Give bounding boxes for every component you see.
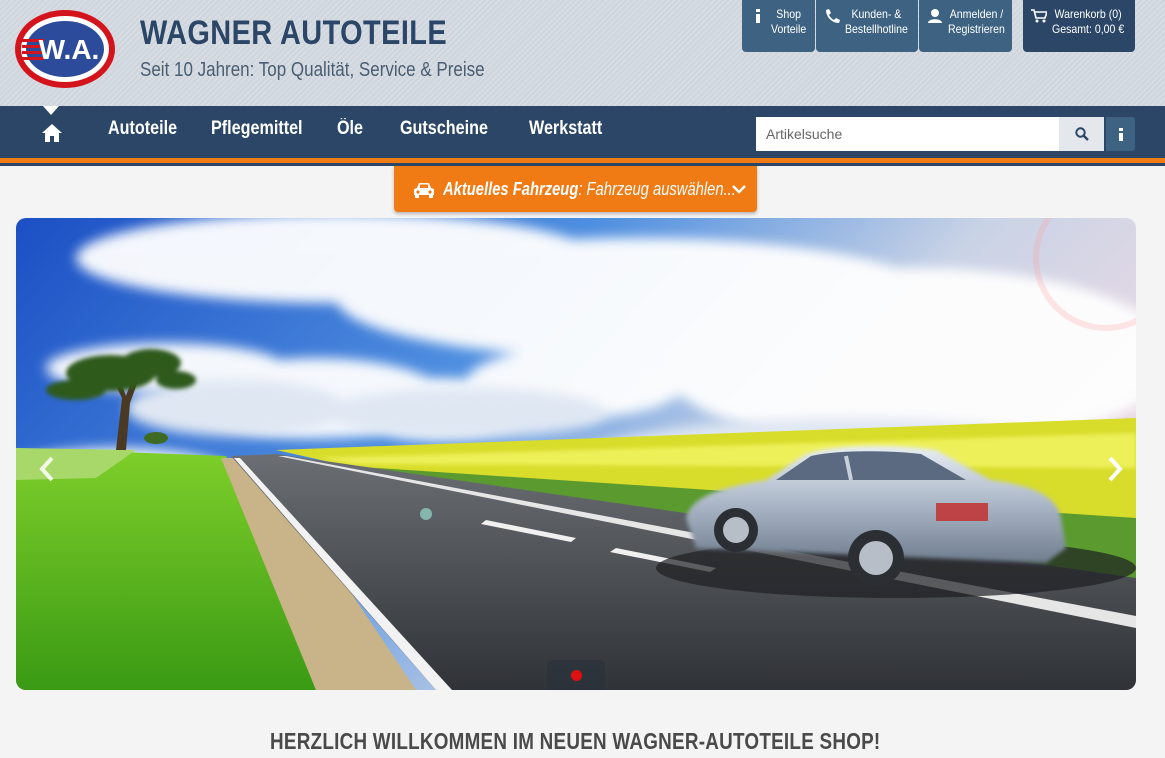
logo[interactable]: W.A. [14, 9, 116, 89]
phone-icon [826, 9, 840, 23]
nav-item-werkstatt[interactable]: Werkstatt [529, 118, 602, 140]
welcome-text: HERZLICH WILLKOMMEN IM NEUEN WAGNER-AUTO… [269, 728, 881, 754]
search-info-button[interactable] [1106, 117, 1135, 151]
user-icon [928, 9, 942, 23]
login-button[interactable]: Anmelden / Registrieren [919, 0, 1012, 52]
nav-item-oele[interactable]: Öle [337, 118, 363, 140]
login-label: Anmelden / Registrieren [948, 7, 1005, 36]
cart-icon [1031, 9, 1047, 23]
search-button[interactable] [1059, 117, 1104, 151]
vehicle-select[interactable]: Aktuelles Fahrzeug: Fahrzeug auswählen..… [394, 166, 757, 212]
info-icon [1118, 127, 1123, 141]
vehicle-value: : Fahrzeug auswählen... [578, 179, 736, 199]
hero-slider [16, 218, 1136, 690]
nav-item-autoteile[interactable]: Autoteile [108, 118, 177, 140]
nav-item-pflegemittel[interactable]: Pflegemittel [211, 118, 303, 140]
site-header: W.A. WAGNER AUTOTEILE Seit 10 Jahren: To… [0, 0, 1165, 106]
chevron-right-icon[interactable] [1104, 454, 1126, 484]
nav-item-gutscheine[interactable]: Gutscheine [400, 118, 488, 140]
slider-dot-active[interactable] [571, 670, 582, 681]
vehicle-select-label: Aktuelles Fahrzeug: Fahrzeug auswählen..… [443, 179, 736, 200]
welcome-heading: HERZLICH WILLKOMMEN IM NEUEN WAGNER-AUTO… [0, 728, 1150, 755]
shop-benefits-button[interactable]: Shop Vorteile [742, 0, 815, 52]
slider-pagination [547, 660, 605, 690]
search-icon [1074, 127, 1089, 141]
hero-image [16, 218, 1136, 690]
brand-title[interactable]: WAGNER AUTOTEILE [140, 14, 447, 53]
cart-button[interactable]: Warenkorb (0) Gesamt: 0,00 € [1023, 0, 1135, 52]
home-icon[interactable] [41, 123, 63, 143]
car-icon [414, 183, 434, 198]
hotline-button[interactable]: Kunden- & Bestellhotline [816, 0, 918, 52]
brand-slogan: Seit 10 Jahren: Top Qualität, Service & … [140, 59, 485, 81]
vehicle-label: Aktuelles Fahrzeug [443, 179, 579, 199]
chevron-down-icon [732, 185, 746, 194]
cart-label: Warenkorb (0) Gesamt: 0,00 € [1052, 7, 1125, 36]
search-input[interactable] [756, 117, 1059, 151]
chevron-left-icon[interactable] [36, 454, 58, 484]
hotline-label: Kunden- & Bestellhotline [845, 7, 908, 36]
logo-text: W.A. [39, 34, 100, 65]
info-icon [756, 9, 760, 23]
active-nav-indicator [43, 106, 59, 115]
shop-benefits-label: Shop Vorteile [771, 7, 807, 36]
